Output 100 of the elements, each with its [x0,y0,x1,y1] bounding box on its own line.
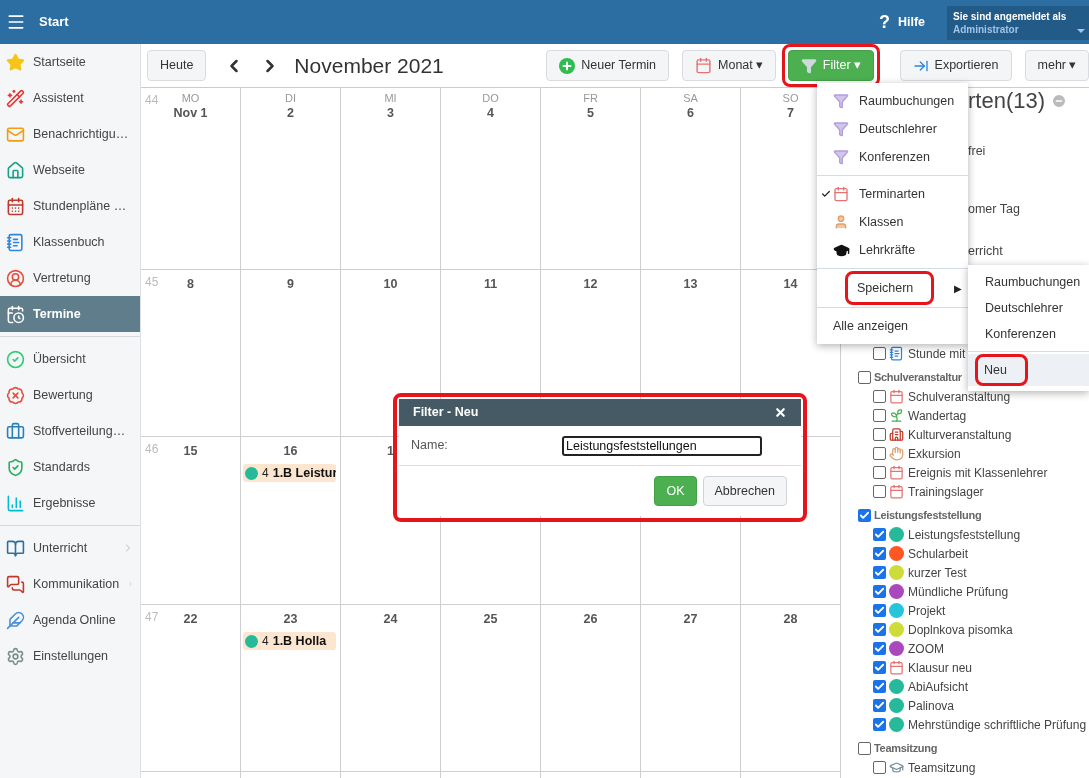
menu-icon[interactable] [6,12,26,32]
name-field[interactable]: Leistungsfeststellungen [562,435,762,456]
calendar-icon [833,186,849,202]
filter-group-label: Schulveranstaltur [874,370,962,386]
sidebar-item[interactable]: Startseite [0,44,140,80]
checkbox[interactable] [873,680,886,693]
menu-item[interactable]: Speichern [848,274,931,302]
filter-option-label: ZOOM [908,640,944,658]
add-button[interactable]: Neuer Termin [546,50,670,81]
menu-item[interactable]: Raumbuchungen [968,269,1081,295]
day-number: 1 [387,443,394,459]
building-icon [889,427,904,442]
sidebar-item[interactable]: Übersicht [0,341,140,377]
week-number: 46 [145,441,159,458]
calendar-icon [889,465,904,480]
filter-option-label: Doplnkova pisomka [908,621,1013,639]
calendar-icon [889,484,904,499]
menu-item[interactable]: Lehrkräfte [817,236,916,264]
today-button[interactable]: Heute [147,50,207,81]
day-number: 22 [183,611,198,627]
filter-option-label: Exkursion [908,445,961,463]
filter-option-label: Mündliche Prüfung [908,583,1009,601]
panel-heading: rten(13) [968,88,1046,114]
grid-calendar-icon [6,196,25,216]
help-link[interactable]: ? Hilfe [878,8,925,36]
cancel-button[interactable]: Abbrechen [702,476,787,506]
funnel-icon [800,57,817,74]
day-number: 7 [787,105,794,121]
checkbox[interactable] [873,761,886,774]
calendar-icon [889,389,904,404]
menu-item[interactable]: Konferenzen [968,321,1056,347]
notebook-icon [889,346,904,361]
filter-option-label: Leistungsfeststellung [908,526,1021,544]
menu-item[interactable]: Alle anzeigen [817,312,909,340]
person-icon [833,214,849,230]
checkbox[interactable] [873,447,886,460]
user-menu[interactable]: Sie sind angemeldet als Administrator [947,6,1089,40]
more-button[interactable]: mehr ▾ [1024,50,1089,81]
sidebar-item[interactable]: Stoffverteilung… [0,413,140,449]
menu-item[interactable]: Konferenzen [817,143,930,171]
sidebar-item[interactable]: Assistent [0,80,140,116]
checkbox[interactable] [873,528,886,541]
mortarboard-icon [889,760,904,775]
view-button[interactable]: Monat ▾ [682,50,776,81]
day-number: Nov 1 [173,105,208,121]
sidebar-item[interactable]: Agenda Online [0,602,140,638]
checkbox[interactable] [873,390,886,403]
sidebar-item[interactable]: Unterricht [0,530,140,566]
sidebar-item[interactable]: Standards [0,449,140,485]
checkbox[interactable] [873,485,886,498]
checkbox[interactable] [873,604,886,617]
menu-item[interactable]: Deutschlehrer [968,295,1063,321]
open-book-icon [6,538,25,558]
sidebar-item[interactable]: Bewertung [0,377,140,413]
sidebar-item[interactable]: Vertretung [0,260,140,296]
day-number: 14 [783,276,798,292]
gear-icon [6,646,25,666]
checkbox[interactable] [873,623,886,636]
checkbox[interactable] [873,347,886,360]
filter-option-label: Mehrstündige schriftliche Prüfung [908,716,1087,734]
sidebar-item[interactable]: Stundenpläne … [0,188,140,224]
day-number: 15 [183,443,198,459]
event-chip[interactable]: 4 1.B Holla [243,632,336,650]
menu-item[interactable]: Raumbuchungen [817,87,955,115]
close-icon[interactable] [774,406,787,419]
checkbox[interactable] [858,371,871,384]
sidebar-item[interactable]: Webseite [0,152,140,188]
bar-chart-icon [6,493,25,513]
briefcase-icon [6,421,25,441]
export-button[interactable]: Exportieren [899,50,1012,81]
checkbox[interactable] [873,428,886,441]
sidebar-item[interactable]: Termine [0,296,140,332]
checkbox[interactable] [873,661,886,674]
filter-option-label: AbiAufsicht [908,678,969,696]
checkbox[interactable] [873,642,886,655]
checkbox[interactable] [873,699,886,712]
sidebar-item[interactable]: Ergebnisse [0,485,140,521]
day-number: 4 [487,105,494,121]
sidebar-item[interactable]: Kommunikation [0,566,140,602]
filter-option-label: Schulveranstaltung [908,388,1011,406]
filter-option-label: frei [968,143,986,160]
day-number: 26 [583,611,598,627]
menu-item[interactable]: Terminarten [817,180,925,208]
menu-item[interactable]: Klassen [817,208,904,236]
checkbox[interactable] [858,742,871,755]
sidebar-item[interactable]: Klassenbuch [0,224,140,260]
checkbox[interactable] [873,718,886,731]
checkbox[interactable] [858,509,871,522]
day-number: 6 [687,105,694,121]
sidebar-item[interactable]: Benachrichtigu… [0,116,140,152]
checkbox[interactable] [873,466,886,479]
menu-item[interactable]: Deutschlehrer [817,115,937,143]
checkbox[interactable] [873,585,886,598]
checkbox[interactable] [873,409,886,422]
day-number: 27 [683,611,698,627]
day-number: 3 [387,105,394,121]
filter-option-label: Trainingslager [908,483,984,501]
checkbox[interactable] [873,566,886,579]
sidebar-item[interactable]: Einstellungen [0,638,140,674]
checkbox[interactable] [873,547,886,560]
